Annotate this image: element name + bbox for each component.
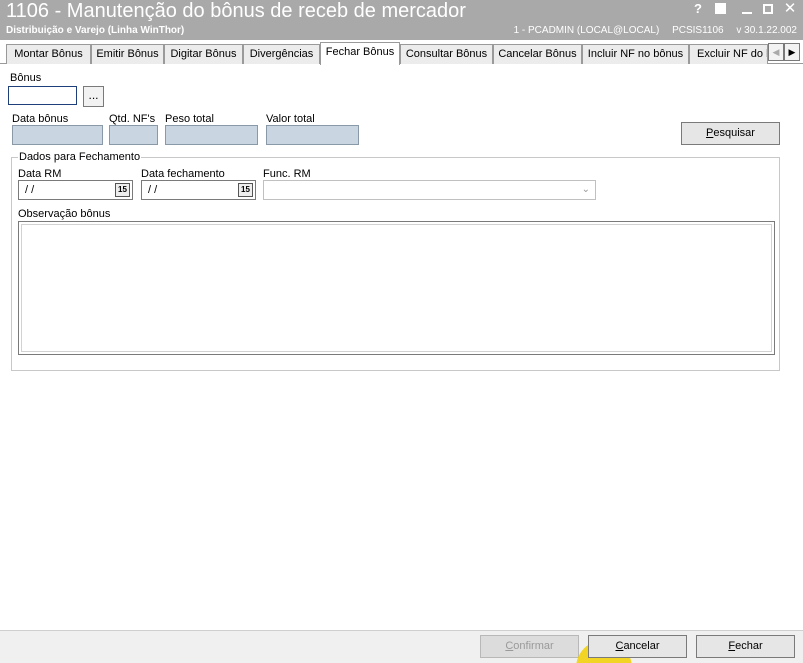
data-fechamento-label: Data fechamento [141,168,225,180]
chevron-down-icon[interactable]: ⌄ [582,184,590,195]
tab-divergencias[interactable]: Divergências [243,44,320,64]
help-icon[interactable]: ? [690,1,706,17]
tab-incluir-nf[interactable]: Incluir NF no bônus [582,44,689,64]
maximize-icon[interactable] [760,1,776,17]
qtd-nfs-field [109,125,158,145]
func-rm-select[interactable]: ⌄ [263,180,596,200]
tab-montar-bonus[interactable]: Montar Bônus [6,44,91,64]
window-subtitle: Distribuição e Varejo (Linha WinThor) [6,25,185,36]
tab-strip: Montar Bônus Emitir Bônus Digitar Bônus … [0,40,803,65]
func-rm-label: Func. RM [263,168,311,180]
tab-cancelar-bonus[interactable]: Cancelar Bônus [493,44,582,64]
calendar-icon[interactable]: 15 [115,183,130,197]
session-info: 1 - PCADMIN (LOCAL@LOCAL) PCSIS1106 v 30… [504,25,797,36]
peso-total-label: Peso total [165,113,214,125]
cancelar-label: ancelar [623,640,660,652]
bonus-input[interactable] [8,86,77,105]
bonus-label: Bônus [10,72,42,84]
tab-scroll-left-icon[interactable]: ◀ [768,43,784,61]
qtd-nfs-label: Qtd. NF's [109,113,156,125]
routine-code: PCSIS1106 [672,25,724,36]
close-icon[interactable]: ✕ [782,1,798,17]
fechar-button[interactable]: Fechar [696,635,795,658]
data-bonus-label: Data bônus [12,113,69,125]
tab-emitir-bonus[interactable]: Emitir Bônus [91,44,164,64]
bonus-lookup-button[interactable]: ... [83,86,104,107]
tab-scroll-right-icon[interactable]: ▶ [784,43,800,61]
tab-excluir-nf[interactable]: Excluir NF do b [689,44,768,64]
peso-total-field [165,125,258,145]
observacao-textarea[interactable] [18,221,775,355]
cancelar-button[interactable]: Cancelar [588,635,687,658]
pesquisar-label: esquisar [713,127,755,139]
fechar-label: echar [735,640,763,652]
title-bar: 1106 - Manutenção do bônus de receb de m… [0,0,803,40]
data-fechamento-input[interactable]: / / 15 [141,180,256,200]
confirmar-button[interactable]: Confirmar [480,635,579,658]
tab-digitar-bonus[interactable]: Digitar Bônus [164,44,243,64]
tab-consultar-bonus[interactable]: Consultar Bônus [400,44,493,64]
valor-total-field [266,125,359,145]
window-title: 1106 - Manutenção do bônus de receb de m… [6,0,466,22]
tab-fechar-bonus[interactable]: Fechar Bônus [320,42,400,65]
minimize-icon[interactable] [739,1,755,17]
calendar-icon[interactable]: 15 [238,183,253,197]
data-bonus-field [12,125,103,145]
data-fechamento-value: / / [148,184,158,196]
valor-total-label: Valor total [266,113,315,125]
data-rm-input[interactable]: / / 15 [18,180,133,200]
data-rm-label: Data RM [18,168,62,180]
observacao-text [21,224,772,352]
confirmar-label: onfirmar [513,640,554,652]
data-rm-value: / / [25,184,35,196]
pesquisar-button[interactable]: Pesquisar [681,122,780,145]
observacao-label: Observação bônus [18,208,111,220]
version-label: v 30.1.22.002 [736,25,797,36]
session-user: 1 - PCADMIN (LOCAL@LOCAL) [513,25,660,36]
fechamento-legend: Dados para Fechamento [18,151,142,163]
edit-icon[interactable] [713,1,729,17]
